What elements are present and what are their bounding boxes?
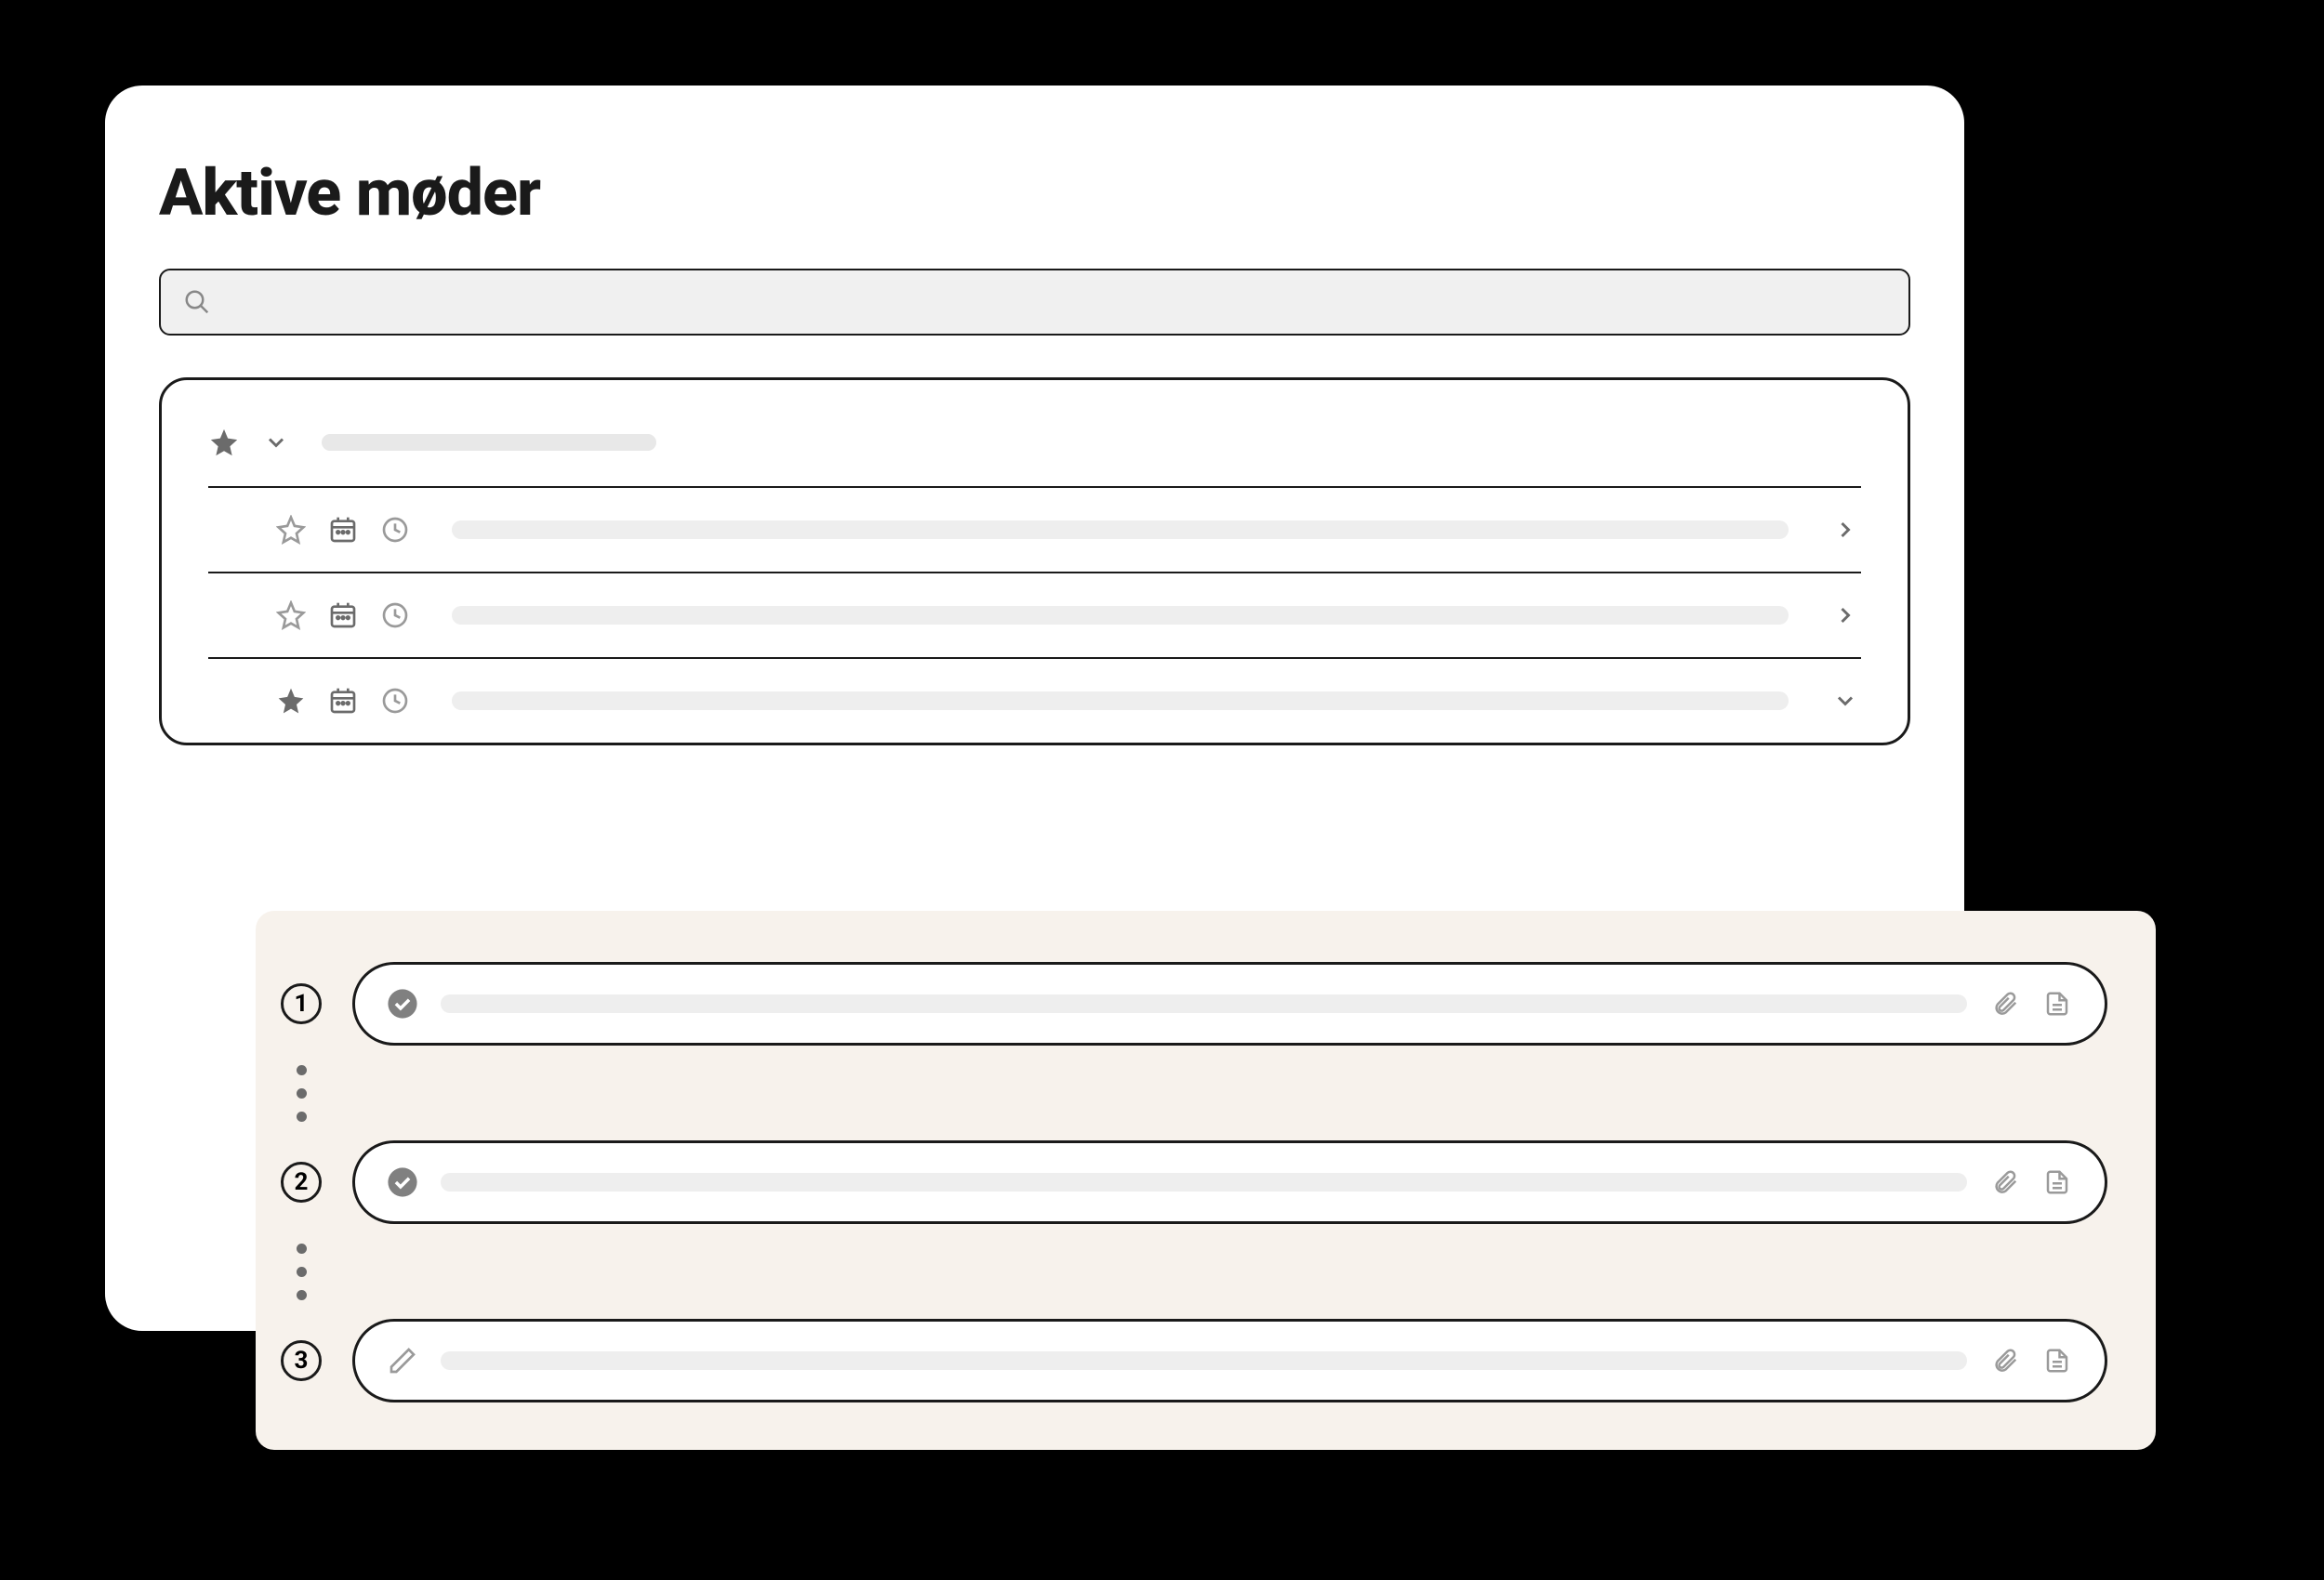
meetings-panel xyxy=(159,377,1910,745)
agenda-item: 2 xyxy=(274,1140,2107,1224)
document-icon[interactable] xyxy=(2041,1345,2073,1376)
paperclip-icon[interactable] xyxy=(1989,1345,2021,1376)
meeting-row[interactable] xyxy=(208,659,1861,743)
search-icon xyxy=(183,288,211,316)
clock-icon xyxy=(379,599,411,631)
agenda-pill[interactable] xyxy=(352,1140,2107,1224)
step-badge: 3 xyxy=(281,1340,322,1381)
agenda-title-placeholder xyxy=(441,994,1967,1013)
step-badge: 2 xyxy=(281,1162,322,1203)
calendar-icon xyxy=(327,599,359,631)
check-circle-icon xyxy=(387,988,418,1020)
star-outline-icon[interactable] xyxy=(275,514,307,546)
paperclip-icon[interactable] xyxy=(1989,988,2021,1020)
chevron-right-icon[interactable] xyxy=(1829,514,1861,546)
page-title: Aktive møder xyxy=(159,155,1910,231)
agenda-item: 3 xyxy=(274,1319,2107,1402)
agenda-pill[interactable] xyxy=(352,1319,2107,1402)
step-badge: 1 xyxy=(281,983,322,1024)
meeting-group-header[interactable] xyxy=(208,427,1861,488)
star-filled-icon[interactable] xyxy=(208,427,240,458)
group-title-placeholder xyxy=(322,434,656,451)
agenda-card: 1 xyxy=(256,911,2156,1450)
pencil-icon xyxy=(387,1345,418,1376)
chevron-down-icon[interactable] xyxy=(1829,685,1861,717)
clock-icon xyxy=(379,514,411,546)
document-icon[interactable] xyxy=(2041,1166,2073,1198)
calendar-icon xyxy=(327,514,359,546)
search-input[interactable] xyxy=(159,269,1910,336)
star-filled-icon[interactable] xyxy=(275,685,307,717)
chevron-right-icon[interactable] xyxy=(1829,599,1861,631)
check-circle-icon xyxy=(387,1166,418,1198)
document-icon[interactable] xyxy=(2041,988,2073,1020)
calendar-icon xyxy=(327,685,359,717)
chevron-down-icon[interactable] xyxy=(260,427,292,458)
meeting-row[interactable] xyxy=(208,488,1861,573)
meeting-title-placeholder xyxy=(452,691,1789,710)
meeting-title-placeholder xyxy=(452,606,1789,625)
step-connector xyxy=(297,1227,307,1317)
agenda-title-placeholder xyxy=(441,1173,1967,1192)
search-field[interactable] xyxy=(226,287,1886,317)
agenda-pill[interactable] xyxy=(352,962,2107,1046)
agenda-title-placeholder xyxy=(441,1351,1967,1370)
paperclip-icon[interactable] xyxy=(1989,1166,2021,1198)
star-outline-icon[interactable] xyxy=(275,599,307,631)
meeting-row[interactable] xyxy=(208,573,1861,659)
clock-icon xyxy=(379,685,411,717)
agenda-item: 1 xyxy=(274,962,2107,1046)
meeting-title-placeholder xyxy=(452,520,1789,539)
step-connector xyxy=(297,1048,307,1139)
